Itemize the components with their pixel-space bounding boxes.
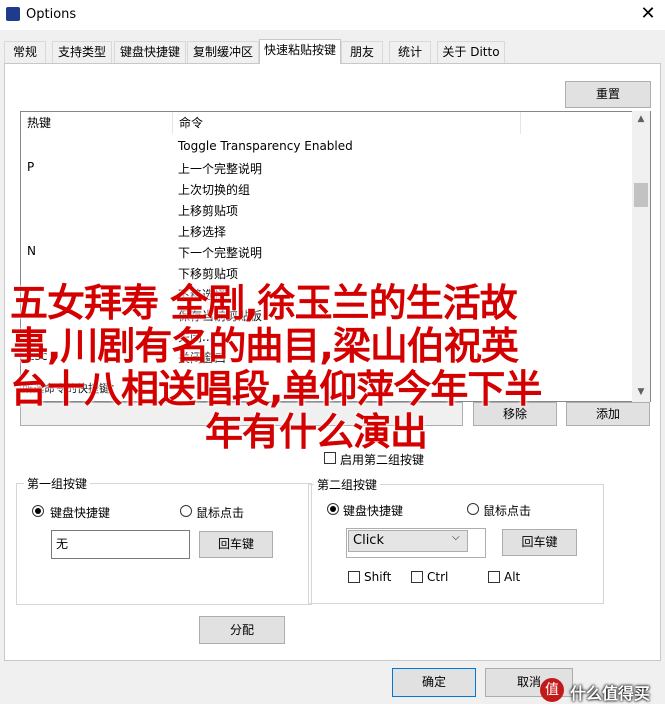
row-hotkey: P bbox=[27, 160, 35, 174]
overlay-line-1: 五女拜寿 全剧,徐玉兰的生活故 bbox=[10, 281, 518, 325]
tab-statistics[interactable]: 统计 bbox=[389, 41, 431, 63]
group2-keyboard-radio[interactable] bbox=[327, 503, 339, 515]
group1-keyboard-label: 键盘快捷键 bbox=[50, 506, 111, 520]
app-icon bbox=[6, 7, 20, 21]
group2-key-select[interactable]: Click bbox=[348, 530, 468, 552]
shift-checkbox[interactable] bbox=[348, 571, 360, 583]
chevron-down-icon[interactable]: ⌵ bbox=[452, 532, 460, 543]
list-row[interactable]: N 下一个完整说明 bbox=[21, 241, 633, 262]
overlay-headline: 五女拜寿 全剧,徐玉兰的生活故 事,川剧有名的曲目,梁山伯祝英 台十八相送唱段,… bbox=[10, 282, 650, 454]
tab-keyboard-shortcuts[interactable]: 键盘快捷键 bbox=[114, 41, 186, 63]
title-bar: Options ✕ bbox=[0, 0, 665, 30]
group1-enter-button[interactable]: 回车键 bbox=[199, 531, 273, 558]
list-row[interactable]: 上移剪贴项 bbox=[21, 199, 633, 220]
group1-hotkey-input[interactable]: 无 bbox=[51, 530, 190, 559]
column-header-command[interactable]: 命令 bbox=[173, 112, 521, 134]
group1-mouse-radio[interactable] bbox=[180, 505, 192, 517]
list-row[interactable]: 下移剪贴项 bbox=[21, 262, 633, 283]
watermark-logo-icon: 值 bbox=[540, 678, 564, 702]
group2-mouse-label: 鼠标点击 bbox=[483, 504, 532, 518]
row-command: 下移剪贴项 bbox=[178, 267, 239, 281]
tab-copy-buffers[interactable]: 复制缓冲区 bbox=[187, 41, 259, 63]
row-command: 上次切换的组 bbox=[178, 183, 251, 197]
row-command: 上移剪贴项 bbox=[178, 204, 239, 218]
tab-general[interactable]: 常规 bbox=[4, 41, 46, 63]
tab-about[interactable]: 关于 Ditto bbox=[437, 41, 505, 63]
group2-keyboard-label: 键盘快捷键 bbox=[343, 504, 404, 518]
row-hotkey: N bbox=[27, 244, 36, 258]
assign-button[interactable]: 分配 bbox=[199, 616, 285, 644]
overlay-line-3: 台十八相送唱段,单仰萍今年下半 bbox=[10, 367, 542, 411]
list-row[interactable]: 上移选择 bbox=[21, 220, 633, 241]
row-command: 下一个完整说明 bbox=[178, 246, 263, 260]
group1-keyboard-radio[interactable] bbox=[32, 505, 44, 517]
row-command: 上移选择 bbox=[178, 225, 227, 239]
alt-checkbox[interactable] bbox=[488, 571, 500, 583]
tab-quick-paste-keys[interactable]: 快速粘贴按键 bbox=[259, 39, 341, 64]
list-row[interactable]: Toggle Transparency Enabled bbox=[21, 136, 633, 157]
close-icon[interactable]: ✕ bbox=[635, 3, 661, 27]
reset-button[interactable]: 重置 bbox=[565, 81, 651, 108]
tab-friends[interactable]: 朋友 bbox=[341, 41, 383, 63]
overlay-line-4: 年有什么演出 bbox=[205, 410, 428, 454]
list-row[interactable]: 上次切换的组 bbox=[21, 178, 633, 199]
ctrl-label: Ctrl bbox=[427, 570, 449, 584]
scrollbar-thumb[interactable] bbox=[634, 183, 648, 207]
shift-label: Shift bbox=[364, 570, 392, 584]
group1-mouse-label: 鼠标点击 bbox=[196, 506, 245, 520]
ok-button[interactable]: 确定 bbox=[392, 668, 476, 697]
group2-title: 第二组按键 bbox=[314, 476, 381, 493]
bottom-strip bbox=[0, 704, 665, 713]
row-command: 上一个完整说明 bbox=[178, 162, 263, 176]
window-title: Options bbox=[26, 7, 77, 22]
row-command: Toggle Transparency Enabled bbox=[178, 139, 353, 153]
ctrl-checkbox[interactable] bbox=[411, 571, 423, 583]
group1-title: 第一组按键 bbox=[24, 475, 91, 492]
group2-enter-button[interactable]: 回车键 bbox=[502, 529, 577, 556]
list-row[interactable]: P 上一个完整说明 bbox=[21, 157, 633, 178]
scroll-up-icon[interactable]: ▲ bbox=[632, 114, 650, 124]
column-header-hotkey[interactable]: 热键 bbox=[21, 112, 173, 134]
watermark-text: 什么值得买 bbox=[570, 684, 651, 703]
overlay-line-2: 事,川剧有名的曲目,梁山伯祝英 bbox=[10, 324, 519, 368]
group2-mouse-radio[interactable] bbox=[467, 503, 479, 515]
alt-label: Alt bbox=[504, 570, 521, 584]
tab-supported-types[interactable]: 支持类型 bbox=[52, 41, 112, 63]
